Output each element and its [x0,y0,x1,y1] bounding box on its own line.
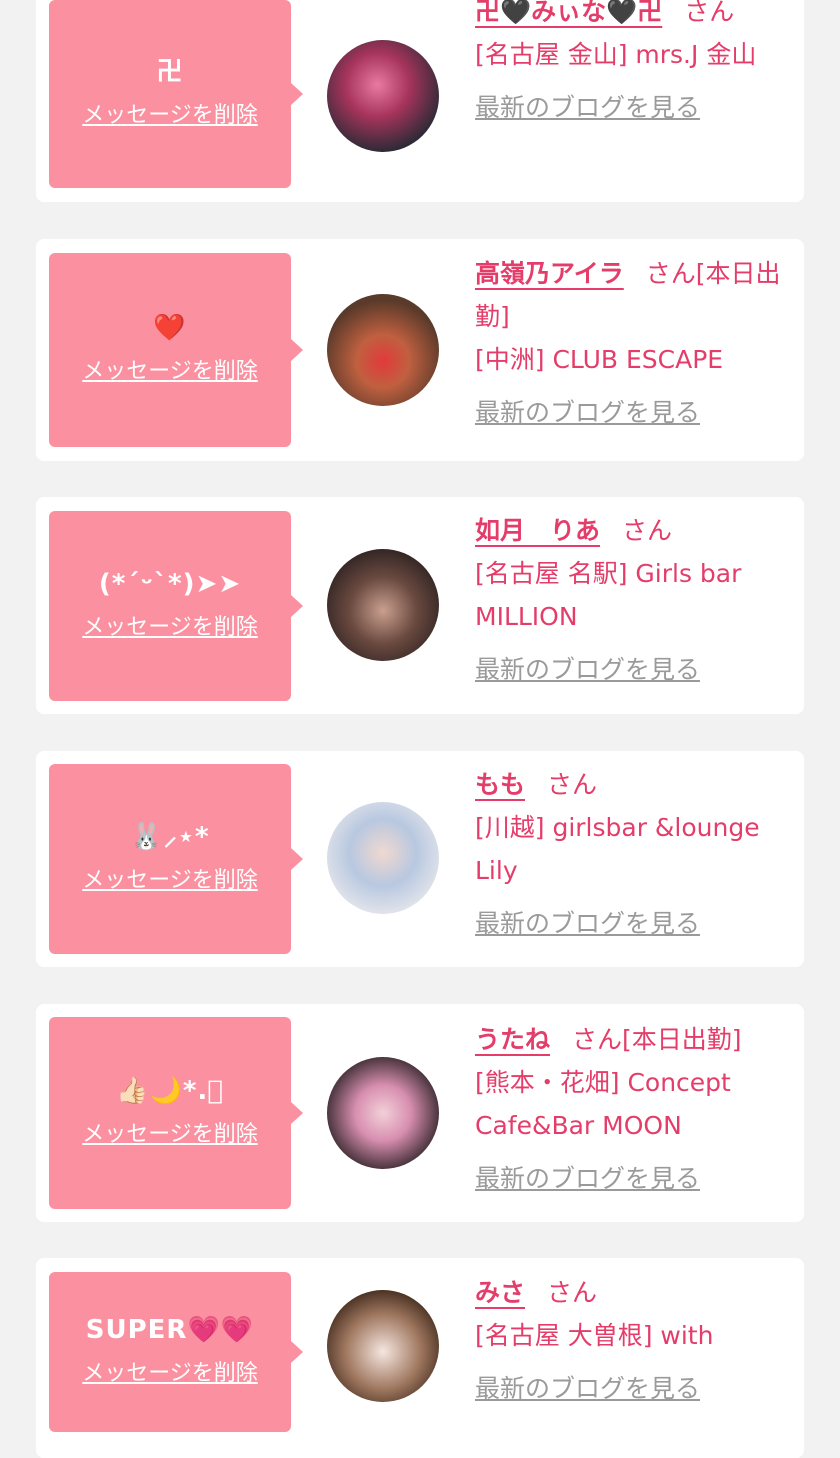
message-card: 🐰⸝⋆* メッセージを削除 もも さん [川越] girlsbar &lounge… [36,751,804,967]
profile-info: もも さん [川越] girlsbar &lounge Lily 最新のブログを見… [475,763,797,945]
avatar[interactable] [327,1057,439,1169]
delete-message-link[interactable]: メッセージを削除 [49,613,291,643]
honorific: さん [684,0,735,26]
message-card: (*ˊᵕˋ*)➤➤ メッセージを削除 如月 りあ さん [名古屋 名駅] Girl… [36,497,804,714]
girl-name-link[interactable]: みさ [475,1278,525,1307]
avatar[interactable] [327,1290,439,1402]
shop-name: [名古屋 名駅] Girls bar MILLION [475,559,742,631]
delete-message-link[interactable]: メッセージを削除 [49,1359,291,1389]
shop-name: [熊本・花畑] Concept Cafe&Bar MOON [475,1068,731,1140]
profile-info: うたね さん[本日出勤] [熊本・花畑] Concept Cafe&Bar MOO… [475,1018,797,1200]
message-bubble: SUPER💗💗 メッセージを削除 [49,1272,303,1432]
message-text: 🐰⸝⋆* [130,822,210,852]
delete-message-link[interactable]: メッセージを削除 [49,101,291,131]
message-bubble: 👍🏻🌙*.ﾟ メッセージを削除 [49,1017,303,1209]
delete-message-link[interactable]: メッセージを削除 [49,866,291,896]
avatar[interactable] [327,40,439,152]
message-text: 卍 [156,57,184,87]
message-text: SUPER💗💗 [85,1315,255,1345]
profile-info: 如月 りあ さん [名古屋 名駅] Girls bar MILLION 最新のブロ… [475,509,797,691]
message-text: 👍🏻🌙*.ﾟ [116,1076,224,1106]
girl-name-link[interactable]: 卍🖤みぃな🖤卍 [475,0,662,26]
avatar[interactable] [327,549,439,661]
honorific: さん [622,516,673,545]
girl-name-link[interactable]: 如月 りあ [475,516,600,545]
message-bubble: 🐰⸝⋆* メッセージを削除 [49,764,303,954]
profile-info: 卍🖤みぃな🖤卍 さん [名古屋 金山] mrs.J 金山 最新のブログを見る [475,0,797,129]
delete-message-link[interactable]: メッセージを削除 [49,1120,291,1150]
shop-name: [中洲] CLUB ESCAPE [475,345,724,374]
profile-info: 高嶺乃アイラ さん[本日出勤] [中洲] CLUB ESCAPE 最新のブログを見… [475,252,797,434]
message-text: ❤️ [153,313,187,343]
shop-name: [名古屋 金山] mrs.J 金山 [475,40,757,69]
girl-name-link[interactable]: うたね [475,1025,550,1054]
honorific: さん [572,1025,623,1054]
latest-blog-link[interactable]: 最新のブログを見る [475,648,797,691]
message-bubble: 卍 メッセージを削除 [49,0,303,188]
message-card: ❤️ メッセージを削除 高嶺乃アイラ さん[本日出勤] [中洲] CLUB ESC… [36,239,804,461]
latest-blog-link[interactable]: 最新のブログを見る [475,86,797,129]
avatar[interactable] [327,294,439,406]
honorific: さん [645,259,696,288]
message-text: (*ˊᵕˋ*)➤➤ [98,569,242,599]
shop-name: [川越] girlsbar &lounge Lily [475,813,760,885]
message-bubble: ❤️ メッセージを削除 [49,253,303,447]
profile-info: みさ さん [名古屋 大曽根] with 最新のブログを見る [475,1271,797,1410]
girl-name-link[interactable]: 高嶺乃アイラ [475,259,624,288]
latest-blog-link[interactable]: 最新のブログを見る [475,1367,797,1410]
message-card: SUPER💗💗 メッセージを削除 みさ さん [名古屋 大曽根] with 最新の… [36,1258,804,1458]
latest-blog-link[interactable]: 最新のブログを見る [475,391,797,434]
avatar[interactable] [327,802,439,914]
message-bubble: (*ˊᵕˋ*)➤➤ メッセージを削除 [49,511,303,701]
latest-blog-link[interactable]: 最新のブログを見る [475,1157,797,1200]
shop-name: [名古屋 大曽根] with [475,1321,714,1350]
honorific: さん [547,770,598,799]
latest-blog-link[interactable]: 最新のブログを見る [475,902,797,945]
attendance-badge: [本日出勤] [622,1025,742,1054]
message-card: 👍🏻🌙*.ﾟ メッセージを削除 うたね さん[本日出勤] [熊本・花畑] Conc… [36,1004,804,1222]
honorific: さん [547,1278,598,1307]
delete-message-link[interactable]: メッセージを削除 [49,357,291,387]
message-card: 卍 メッセージを削除 卍🖤みぃな🖤卍 さん [名古屋 金山] mrs.J 金山 最… [36,0,804,202]
girl-name-link[interactable]: もも [475,770,525,799]
